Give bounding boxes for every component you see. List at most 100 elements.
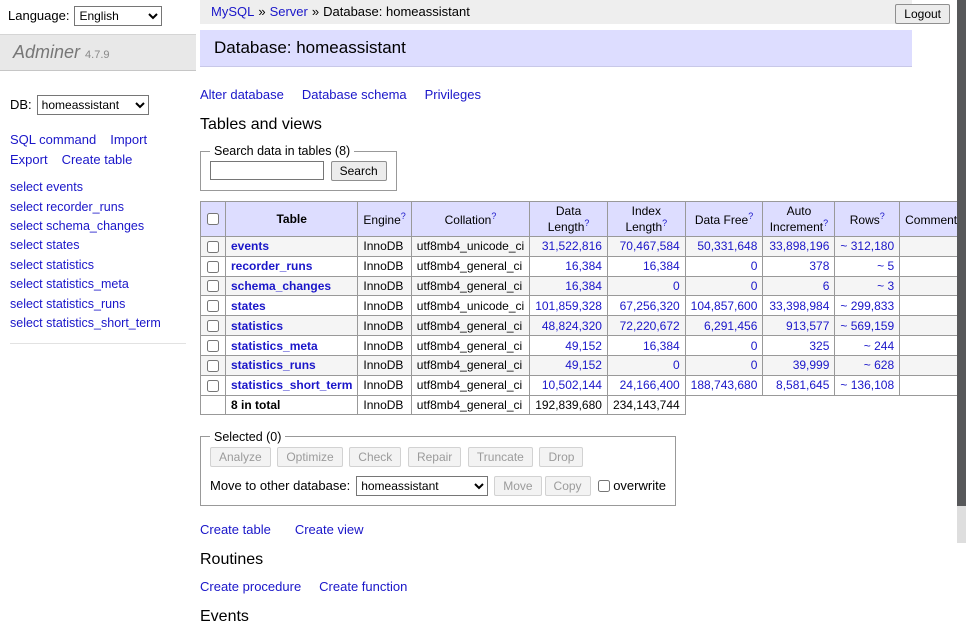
- auto-increment-link[interactable]: 325: [809, 339, 829, 353]
- check-button[interactable]: Check: [349, 447, 401, 467]
- index-length-link[interactable]: 72,220,672: [620, 319, 680, 333]
- help-link-icon[interactable]: ?: [491, 211, 496, 221]
- index-length-link[interactable]: 0: [673, 358, 680, 372]
- auto-increment-link[interactable]: 39,999: [793, 358, 830, 372]
- data-length-link[interactable]: 10,502,144: [542, 378, 602, 392]
- rows-count-link[interactable]: ~ 244: [864, 339, 894, 353]
- export-link[interactable]: Export: [10, 152, 48, 167]
- data-free-link[interactable]: 6,291,456: [704, 319, 757, 333]
- index-length-link[interactable]: 16,384: [643, 259, 680, 273]
- breadcrumb-mysql-link[interactable]: MySQL: [211, 4, 254, 19]
- scrollbar-thumb[interactable]: [957, 0, 966, 506]
- help-link-icon[interactable]: ?: [880, 211, 885, 221]
- create-table-link-main[interactable]: Create table: [200, 522, 271, 537]
- sql-command-link[interactable]: SQL command: [10, 132, 96, 147]
- row-checkbox[interactable]: [207, 340, 219, 352]
- create-function-link[interactable]: Create function: [319, 579, 407, 594]
- create-procedure-link[interactable]: Create procedure: [200, 579, 301, 594]
- drop-button[interactable]: Drop: [539, 447, 583, 467]
- database-schema-link[interactable]: Database schema: [302, 87, 407, 102]
- index-length-link[interactable]: 67,256,320: [620, 299, 680, 313]
- auto-increment-link[interactable]: 33,398,984: [769, 299, 829, 313]
- sidebar-table-link-statistics-meta[interactable]: select statistics_meta: [10, 277, 129, 291]
- help-link-icon[interactable]: ?: [584, 218, 589, 228]
- data-length-link[interactable]: 16,384: [565, 279, 602, 293]
- table-name-link[interactable]: statistics_runs: [231, 358, 316, 372]
- truncate-button[interactable]: Truncate: [468, 447, 533, 467]
- auto-increment-link[interactable]: 378: [809, 259, 829, 273]
- import-link[interactable]: Import: [110, 132, 147, 147]
- privileges-link[interactable]: Privileges: [425, 87, 481, 102]
- data-free-link[interactable]: 0: [751, 259, 758, 273]
- rows-count-link[interactable]: ~ 136,108: [840, 378, 894, 392]
- help-link-icon[interactable]: ?: [401, 211, 406, 221]
- help-link-icon[interactable]: ?: [662, 218, 667, 228]
- overwrite-checkbox[interactable]: [598, 480, 610, 492]
- breadcrumb-server-link[interactable]: Server: [270, 4, 308, 19]
- move-button[interactable]: Move: [494, 476, 541, 496]
- data-free-link[interactable]: 0: [751, 358, 758, 372]
- optimize-button[interactable]: Optimize: [277, 447, 342, 467]
- help-link-icon[interactable]: ?: [748, 211, 753, 221]
- logout-button[interactable]: Logout: [895, 4, 950, 24]
- sidebar-table-link-statistics-runs[interactable]: select statistics_runs: [10, 297, 125, 311]
- data-free-link[interactable]: 0: [751, 279, 758, 293]
- help-link-icon[interactable]: ?: [823, 218, 828, 228]
- copy-button[interactable]: Copy: [545, 476, 591, 496]
- sidebar-table-link-states[interactable]: select states: [10, 238, 79, 252]
- table-name-link[interactable]: states: [231, 299, 266, 313]
- data-length-link[interactable]: 101,859,328: [535, 299, 602, 313]
- sidebar-table-link-schema-changes[interactable]: select schema_changes: [10, 219, 144, 233]
- data-free-link[interactable]: 0: [751, 339, 758, 353]
- table-name-link[interactable]: recorder_runs: [231, 259, 312, 273]
- alter-database-link[interactable]: Alter database: [200, 87, 284, 102]
- row-checkbox[interactable]: [207, 261, 219, 273]
- rows-count-link[interactable]: ~ 312,180: [840, 239, 894, 253]
- data-free-link[interactable]: 50,331,648: [697, 239, 757, 253]
- row-checkbox[interactable]: [207, 360, 219, 372]
- row-checkbox[interactable]: [207, 280, 219, 292]
- repair-button[interactable]: Repair: [408, 447, 461, 467]
- sidebar-table-link-events[interactable]: select events: [10, 180, 83, 194]
- search-button[interactable]: Search: [331, 161, 387, 181]
- rows-count-link[interactable]: ~ 5: [877, 259, 894, 273]
- app-version[interactable]: 4.7.9: [85, 49, 109, 61]
- sidebar-table-link-statistics[interactable]: select statistics: [10, 258, 94, 272]
- data-free-link[interactable]: 188,743,680: [691, 378, 758, 392]
- app-title[interactable]: Adminer: [13, 42, 80, 62]
- row-checkbox[interactable]: [207, 380, 219, 392]
- select-all-checkbox[interactable]: [207, 213, 219, 225]
- table-name-link[interactable]: events: [231, 239, 269, 253]
- language-select[interactable]: English: [74, 6, 162, 26]
- sidebar-table-link-statistics-short-term[interactable]: select statistics_short_term: [10, 316, 161, 330]
- auto-increment-link[interactable]: 913,577: [786, 319, 829, 333]
- table-name-link[interactable]: statistics_short_term: [231, 378, 352, 392]
- row-checkbox[interactable]: [207, 300, 219, 312]
- data-length-link[interactable]: 49,152: [565, 339, 602, 353]
- data-length-link[interactable]: 16,384: [565, 259, 602, 273]
- analyze-button[interactable]: Analyze: [210, 447, 271, 467]
- move-db-select[interactable]: homeassistant: [356, 476, 488, 496]
- create-view-link[interactable]: Create view: [295, 522, 364, 537]
- data-length-link[interactable]: 49,152: [565, 358, 602, 372]
- index-length-link[interactable]: 24,166,400: [620, 378, 680, 392]
- search-input[interactable]: [210, 161, 324, 180]
- rows-count-link[interactable]: ~ 3: [877, 279, 894, 293]
- auto-increment-link[interactable]: 8,581,645: [776, 378, 829, 392]
- rows-count-link[interactable]: ~ 299,833: [840, 299, 894, 313]
- table-name-link[interactable]: statistics: [231, 319, 283, 333]
- rows-count-link[interactable]: ~ 569,159: [840, 319, 894, 333]
- index-length-link[interactable]: 16,384: [643, 339, 680, 353]
- index-length-link[interactable]: 0: [673, 279, 680, 293]
- data-free-link[interactable]: 104,857,600: [691, 299, 758, 313]
- db-select[interactable]: homeassistant: [37, 95, 149, 115]
- rows-count-link[interactable]: ~ 628: [864, 358, 894, 372]
- table-name-link[interactable]: schema_changes: [231, 279, 331, 293]
- row-checkbox[interactable]: [207, 320, 219, 332]
- row-checkbox[interactable]: [207, 241, 219, 253]
- index-length-link[interactable]: 70,467,584: [620, 239, 680, 253]
- auto-increment-link[interactable]: 6: [823, 279, 830, 293]
- auto-increment-link[interactable]: 33,898,196: [769, 239, 829, 253]
- sidebar-table-link-recorder-runs[interactable]: select recorder_runs: [10, 200, 124, 214]
- data-length-link[interactable]: 48,824,320: [542, 319, 602, 333]
